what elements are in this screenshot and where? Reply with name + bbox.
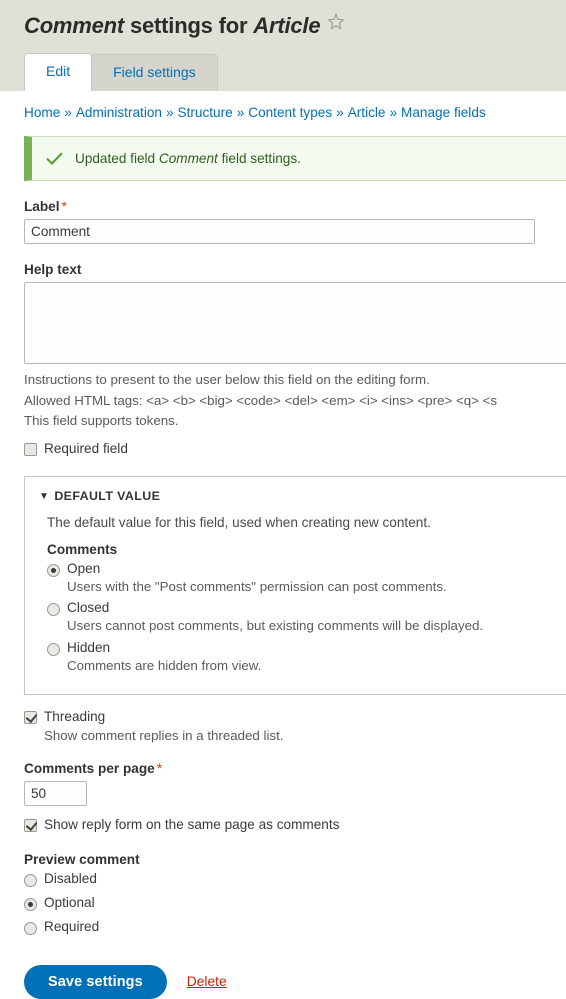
comments-option-hidden-description: Comments are hidden from view. [67, 658, 262, 674]
comments-option-open: Open Users with the "Post comments" perm… [47, 561, 566, 597]
help-text-label: Help text [24, 262, 82, 277]
label-input[interactable] [24, 219, 535, 244]
help-text-input[interactable] [24, 282, 566, 364]
tab-edit-label: Edit [46, 63, 71, 80]
preview-option-disabled-row[interactable]: Disabled [24, 871, 566, 887]
checkmark-icon [46, 152, 63, 166]
comments-group-label: Comments [47, 541, 118, 557]
breadcrumb-separator: » [236, 105, 245, 120]
breadcrumb-item-manage-fields[interactable]: Manage fields [401, 105, 486, 120]
comments-option-closed: Closed Users cannot post comments, but e… [47, 600, 566, 636]
show-reply-form-label: Show reply form on the same page as comm… [44, 816, 340, 832]
page-content: Home» Administration» Structure» Content ty… [0, 91, 566, 999]
chevron-down-icon: ▼ [39, 490, 50, 502]
breadcrumb-separator: » [336, 105, 344, 120]
default-value-summary[interactable]: ▼ DEFAULT VALUE [25, 477, 566, 511]
breadcrumb-item-structure[interactable]: Structure [178, 105, 233, 120]
preview-radio-optional[interactable] [24, 897, 37, 911]
show-reply-form-row[interactable]: Show reply form on the same page as comm… [24, 817, 566, 834]
preview-option-disabled-label: Disabled [44, 870, 97, 886]
label-field-label: Label * [24, 199, 566, 214]
comments-per-page-label: Comments per page * [24, 761, 566, 776]
preview-option-required-row[interactable]: Required [24, 919, 566, 935]
help-text-description-tokens: This field supports tokens. [24, 413, 179, 429]
comments-option-hidden-row[interactable]: Hidden [47, 640, 566, 657]
default-value-details: ▼ DEFAULT VALUE The default value for thi… [24, 475, 566, 695]
preview-option-optional-label: Optional [44, 894, 95, 910]
label-field-label-text: Label [24, 199, 60, 214]
comments-per-page-input[interactable] [24, 780, 87, 806]
comments-radio-open[interactable] [47, 563, 60, 577]
breadcrumb-item-article[interactable]: Article [348, 105, 386, 120]
help-text-description-allowed-tags: Allowed HTML tags: <a> <b> <big> <code> … [24, 392, 497, 408]
page-header: Comment settings for Article Edit Field … [0, 0, 566, 91]
comments-option-open-label: Open [67, 560, 101, 576]
comments-option-closed-row[interactable]: Closed [47, 600, 566, 617]
show-reply-form-checkbox[interactable] [24, 818, 37, 832]
preview-option-optional-row[interactable]: Optional [24, 895, 566, 911]
threading-description: Show comment replies in a threaded list. [44, 727, 284, 743]
breadcrumb-item-administration[interactable]: Administration [76, 105, 162, 120]
status-message-field: Comment [158, 151, 218, 166]
label-field-group: Label * [24, 199, 566, 244]
status-message-after: field settings. [217, 151, 301, 166]
tab-field-settings-label: Field settings [113, 64, 196, 81]
breadcrumb-separator: » [389, 105, 398, 120]
default-value-intro: The default value for this field, used w… [47, 514, 431, 530]
breadcrumb-separator: » [64, 105, 72, 120]
required-marker: * [61, 199, 67, 214]
status-message-text: Updated field Comment field settings. [75, 151, 301, 166]
save-settings-button[interactable]: Save settings [24, 964, 167, 999]
star-outline-icon[interactable] [327, 10, 346, 39]
help-text-descriptions: Instructions to present to the user belo… [24, 370, 566, 432]
breadcrumb-separator: » [165, 105, 174, 120]
comments-per-page-group: Comments per page * [24, 761, 566, 806]
breadcrumb-item-home[interactable]: Home [24, 105, 60, 120]
comments-per-page-label-text: Comments per page [24, 760, 155, 776]
breadcrumb: Home» Administration» Structure» Content ty… [0, 91, 566, 132]
threading-row[interactable]: Threading [24, 709, 566, 726]
comments-radio-closed[interactable] [47, 603, 60, 617]
page-title-bundle-name: Article [253, 13, 321, 38]
preview-option-required-label: Required [44, 918, 100, 934]
status-message-before: Updated field [75, 151, 159, 166]
comments-option-hidden-label: Hidden [67, 640, 111, 656]
comments-option-open-row[interactable]: Open [47, 561, 566, 577]
required-field-row[interactable]: Required field [24, 441, 566, 458]
primary-tabs: Edit Field settings [24, 53, 218, 91]
help-text-field-group: Help text Instructions to present to the… [24, 262, 566, 458]
status-message: Updated field Comment field settings. [24, 136, 566, 181]
required-field-checkbox[interactable] [24, 442, 37, 456]
page-title: Comment settings for Article [0, 0, 566, 41]
required-marker: * [156, 760, 162, 776]
required-field-label: Required field [44, 440, 128, 456]
page-title-middle: settings for [124, 13, 254, 38]
tab-field-settings[interactable]: Field settings [91, 54, 218, 91]
comments-option-hidden: Hidden Comments are hidden from view. [47, 640, 566, 676]
default-value-summary-label: DEFAULT VALUE [54, 488, 161, 503]
threading-label: Threading [44, 708, 106, 724]
preview-radio-disabled[interactable] [24, 873, 37, 887]
comments-option-closed-description: Users cannot post comments, but existing… [67, 618, 484, 634]
comments-radio-hidden[interactable] [47, 643, 60, 657]
delete-link[interactable]: Delete [187, 974, 227, 989]
show-reply-form-group: Show reply form on the same page as comm… [24, 817, 566, 834]
preview-comment-label: Preview comment [24, 851, 140, 867]
default-value-body: The default value for this field, used w… [25, 515, 566, 676]
tab-edit[interactable]: Edit [24, 53, 93, 91]
threading-checkbox[interactable] [24, 710, 37, 724]
preview-comment-group: Preview comment Disabled Optional Requir… [24, 852, 566, 935]
comments-option-open-description: Users with the "Post comments" permissio… [67, 578, 447, 594]
comments-option-closed-label: Closed [67, 600, 110, 616]
form-actions: Save settings Delete [24, 964, 566, 999]
breadcrumb-item-content-types[interactable]: Content types [248, 105, 332, 120]
help-text-description-instructions: Instructions to present to the user belo… [24, 372, 430, 387]
threading-group: Threading Show comment replies in a thre… [24, 709, 566, 743]
page-title-field-name: Comment [24, 13, 125, 38]
preview-radio-required[interactable] [24, 921, 37, 935]
